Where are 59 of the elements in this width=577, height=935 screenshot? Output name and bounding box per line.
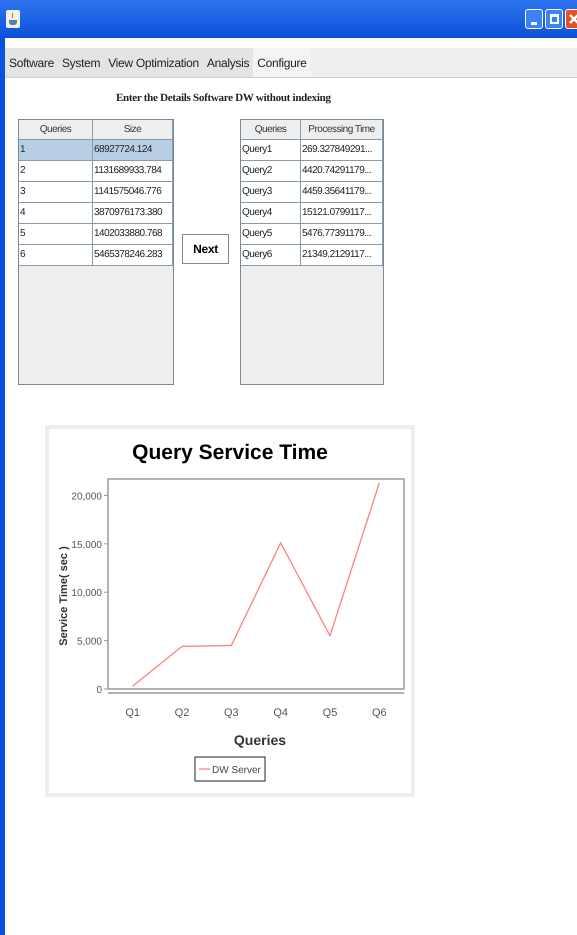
table-cell: 5476.77391179...: [301, 224, 383, 244]
menu-item[interactable]: View Optimization: [104, 48, 203, 77]
table-cell: 2: [19, 160, 93, 182]
minimize-button[interactable]: [525, 9, 543, 29]
table-cell: Query2: [241, 160, 301, 182]
y-tick: 10,000: [71, 588, 108, 599]
menu-item[interactable]: Software: [5, 48, 58, 77]
maximize-button[interactable]: [545, 9, 563, 29]
column-header[interactable]: Processing Time: [301, 120, 383, 140]
x-tick-label: Q2: [174, 706, 190, 718]
table-cell: 269.327849291...: [301, 140, 383, 160]
menu-item[interactable]: Analysis: [202, 48, 254, 77]
table-cell: Query1: [241, 140, 301, 160]
next-button[interactable]: Next: [182, 234, 229, 264]
column-header[interactable]: Size: [93, 120, 173, 140]
y-tick-label: 15,000: [71, 539, 102, 550]
table-cell: 21349.2129117...: [301, 244, 383, 266]
table-cell: 4459.35641179...: [301, 182, 383, 202]
form-heading: Enter the Details Software DW without indexing: [116, 91, 332, 106]
legend: DW Server: [194, 756, 266, 781]
table-cell: 5: [19, 224, 93, 244]
table-cell: 5465378246.283: [93, 244, 173, 266]
table-cell: Query4: [241, 202, 301, 224]
menu-item[interactable]: System: [58, 48, 104, 77]
y-tick: 20,000: [71, 490, 108, 502]
java-cup-icon: [6, 10, 20, 28]
y-tick-label: 20,000: [71, 490, 102, 502]
y-tick-label: 10,000: [71, 588, 102, 599]
x-axis-label: Queries: [234, 732, 286, 748]
menu-item[interactable]: Configure: [253, 48, 311, 77]
column-header[interactable]: Queries: [241, 120, 301, 140]
table-cell: 3: [19, 182, 93, 202]
y-tick-label: 5,000: [76, 636, 102, 648]
column-header[interactable]: Queries: [19, 120, 93, 140]
table-cell: 4: [19, 202, 93, 224]
x-tick-label: Q5: [322, 706, 338, 718]
table-cell: Query3: [241, 182, 301, 202]
table-cell: 1402033880.768: [93, 224, 173, 244]
x-tick-label: Q1: [125, 706, 140, 718]
table-cell: 1141575046.776: [93, 182, 173, 202]
table-cell: 1: [19, 140, 93, 160]
x-tick-label: Q4: [273, 706, 288, 718]
y-tick: 15,000: [71, 539, 108, 550]
table-cell: 15121.0799117...: [301, 202, 383, 224]
chart-title: Query Service Time: [132, 440, 328, 464]
table-cell: 6: [19, 244, 93, 266]
table-cell: 1131689933.784: [93, 160, 173, 182]
table-cell: 68927724.124: [93, 140, 173, 160]
x-tick-label: Q6: [372, 706, 387, 718]
y-tick: 5,000: [76, 636, 108, 648]
table-cell: 3870976173.380: [93, 202, 173, 224]
legend-label: DW Server: [212, 764, 262, 776]
y-tick: 0: [96, 684, 108, 696]
table-cell: 4420.74291179...: [301, 160, 383, 182]
x-tick-label: Q3: [224, 706, 239, 718]
y-axis-label: Service Time( sec ): [58, 546, 70, 646]
y-tick-label: 0: [96, 684, 102, 696]
table-cell: Query5: [241, 224, 301, 244]
table-cell: Query6: [241, 244, 301, 266]
